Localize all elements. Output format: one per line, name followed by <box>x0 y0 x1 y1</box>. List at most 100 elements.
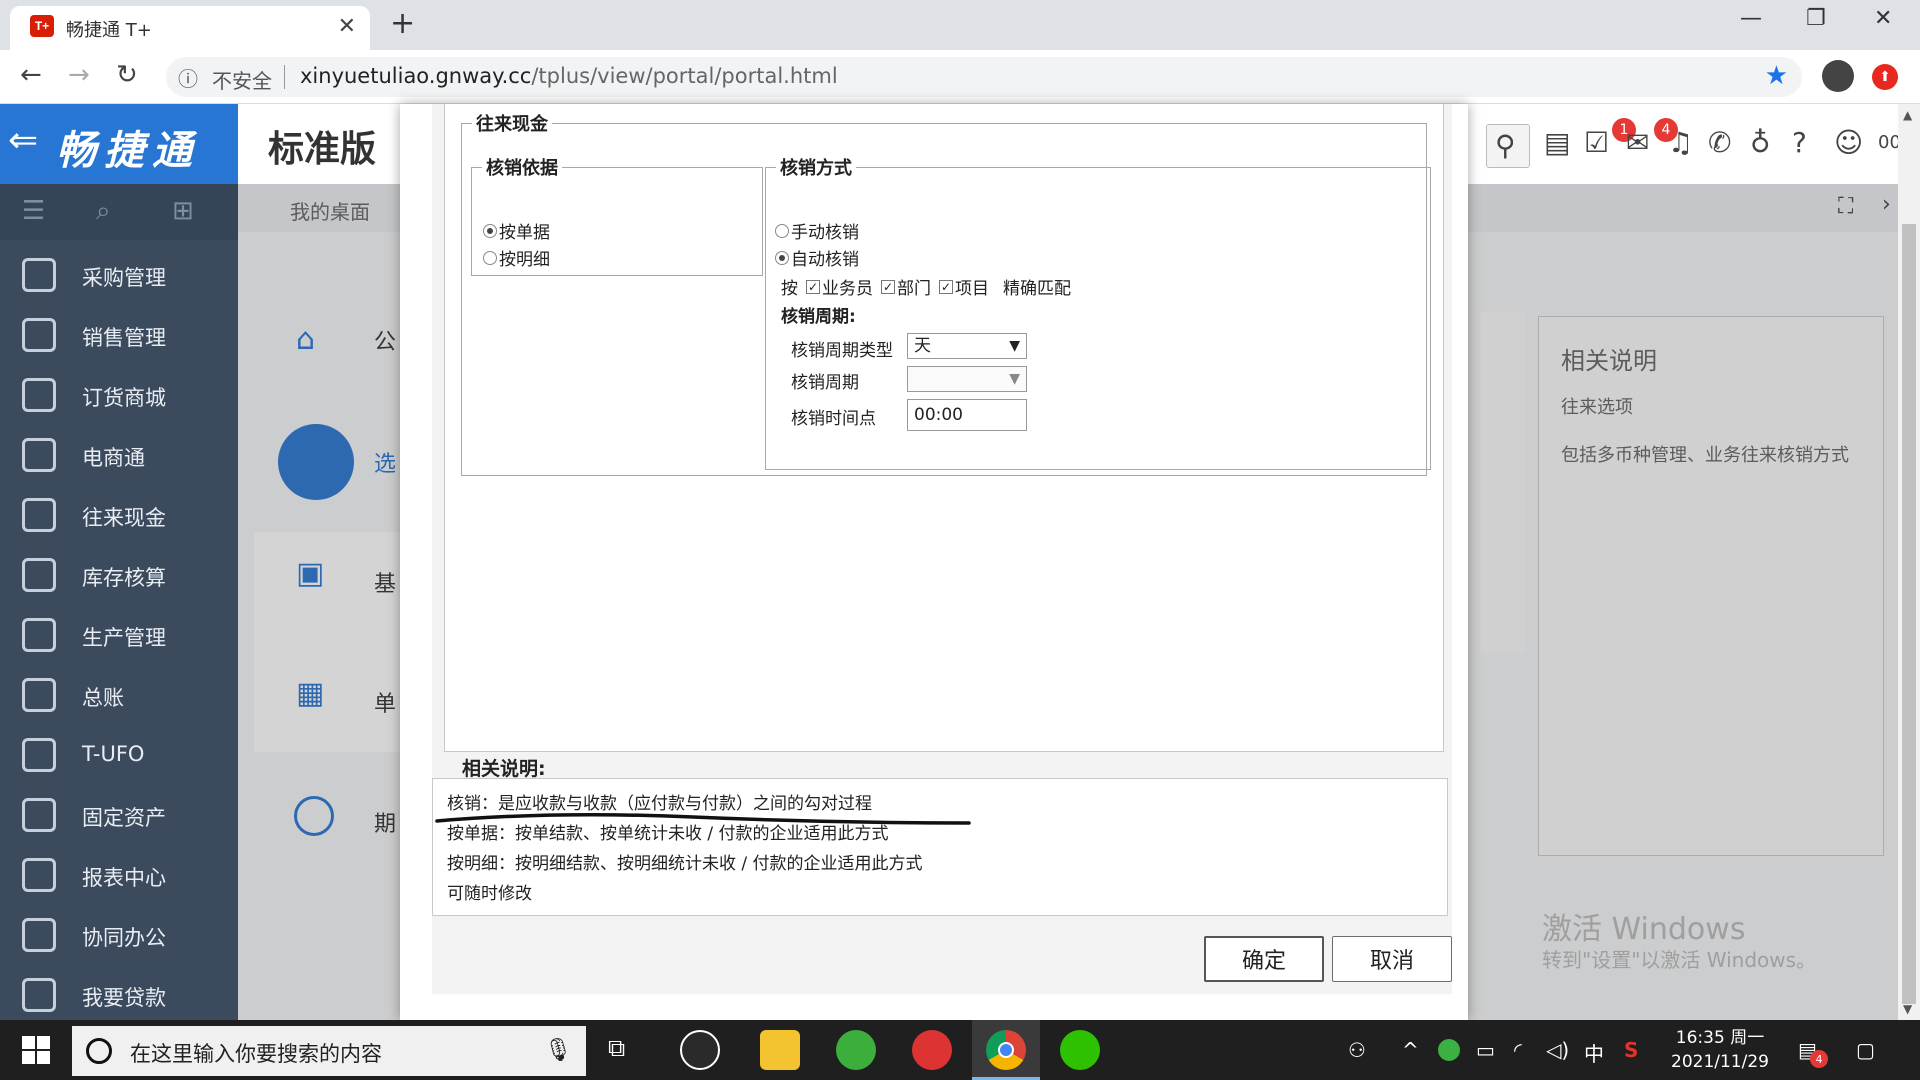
url-host: xinyuetuliao.gnway.cc <box>300 64 532 88</box>
bookmark-star-icon[interactable]: ★ <box>1765 61 1788 91</box>
time-input[interactable]: 00:00 <box>907 399 1027 431</box>
extension-update-icon[interactable]: ⬆ <box>1872 64 1898 90</box>
ok-button[interactable]: 确定 <box>1204 936 1324 982</box>
ime-indicator[interactable]: 中 <box>1584 1038 1604 1067</box>
profile-avatar-icon[interactable] <box>1822 60 1854 92</box>
clock-time: 16:35 周一 <box>1675 1028 1765 1048</box>
tab-title: 畅捷通 T+ <box>66 20 152 41</box>
checkbox-salesperson[interactable]: ✓ <box>806 279 820 294</box>
taskbar-search[interactable]: 在这里输入你要搜索的内容 🎙 <box>72 1026 586 1076</box>
search-button[interactable]: ⚲ <box>1486 124 1530 168</box>
task-view-icon[interactable]: ⧉ <box>608 1034 625 1062</box>
notes-badge: 4 <box>1810 1050 1828 1068</box>
chrome-center <box>998 1042 1014 1058</box>
green-plus-tray-icon[interactable] <box>1438 1039 1460 1061</box>
radio-auto[interactable]: 自动核销 <box>775 245 859 270</box>
period-select[interactable]: ▼ <box>907 366 1027 392</box>
cash-icon <box>22 498 56 532</box>
refresh-app-icon[interactable] <box>836 1030 876 1070</box>
sidebar-item[interactable]: 采购管理 <box>0 246 238 306</box>
scroll-up-icon[interactable]: ▲ <box>1903 108 1912 122</box>
period-type-label: 核销周期类型 <box>791 341 893 361</box>
scroll-thumb[interactable] <box>1902 224 1916 1004</box>
radio-dot[interactable] <box>775 250 789 265</box>
forward-icon[interactable]: → <box>68 60 90 90</box>
basis-legend: 核销依据 <box>486 158 558 179</box>
file-explorer-icon[interactable] <box>760 1030 800 1070</box>
taskbar-clock[interactable]: 16:35 周一 2021/11/29 <box>1660 1026 1780 1074</box>
checkbox-project[interactable]: ✓ <box>939 279 953 294</box>
sogou-ime-icon[interactable]: S <box>1624 1038 1638 1062</box>
sidebar-item[interactable]: 订货商城 <box>0 366 238 426</box>
radio-dot[interactable] <box>483 223 497 238</box>
period-type-select[interactable]: 天 ▼ <box>907 333 1027 359</box>
edition-title: 标准版 <box>268 129 377 170</box>
minimize-icon[interactable]: — <box>1740 6 1762 31</box>
sidebar-item-label: 订货商城 <box>82 386 166 410</box>
service-icon[interactable]: ♁ <box>1750 126 1771 159</box>
cancel-button[interactable]: 取消 <box>1332 936 1452 982</box>
dropdown-arrow-icon[interactable]: ▼ <box>1009 334 1020 358</box>
sidebar-item[interactable]: 报表中心 <box>0 846 238 906</box>
address-bar[interactable]: ⓘ 不安全 xinyuetuliao.gnway.cc/tplus/view/p… <box>166 57 1802 97</box>
insecure-label: 不安全 <box>212 69 272 93</box>
browser-tab[interactable]: T+ 畅捷通 T+ ✕ <box>10 6 370 50</box>
bell-icon[interactable]: ♫ <box>1668 126 1693 159</box>
microphone-icon[interactable]: 🎙 <box>544 1038 572 1063</box>
back-icon[interactable]: ← <box>20 60 42 90</box>
radio-by-document[interactable]: 按单据 <box>483 218 550 243</box>
wifi-icon[interactable]: ◜ <box>1514 1038 1522 1062</box>
match-suffix: 精确匹配 <box>1003 279 1071 299</box>
sidebar-item[interactable]: 销售管理 <box>0 306 238 366</box>
checkbox-label: 业务员 <box>822 279 873 299</box>
tasks-icon[interactable]: ☑ <box>1584 126 1609 159</box>
sidebar-item[interactable]: T-UFO <box>0 726 238 786</box>
feather-app-icon[interactable] <box>912 1030 952 1070</box>
new-tab-icon[interactable]: + <box>390 6 415 41</box>
sidebar-item[interactable]: 往来现金 <box>0 486 238 546</box>
user-icon[interactable]: ☺ <box>1834 126 1863 159</box>
window-close-icon[interactable]: ✕ <box>1874 6 1892 31</box>
sidebar-item[interactable]: 我要贷款 <box>0 966 238 1026</box>
help-icon[interactable]: ? <box>1792 126 1807 159</box>
tray-overflow-icon[interactable]: ^ <box>1402 1038 1419 1062</box>
restore-icon[interactable]: ❐ <box>1806 6 1826 31</box>
chrome-taskbar-item[interactable] <box>972 1020 1040 1080</box>
sidebar-item[interactable]: 电商通 <box>0 426 238 486</box>
collapse-arrow-icon[interactable]: ⇐ <box>8 120 38 161</box>
sidebar-item[interactable]: 协同办公 <box>0 906 238 966</box>
ecommerce-icon <box>22 438 56 472</box>
action-center-icon[interactable]: ▢ <box>1856 1038 1875 1062</box>
menu-icon[interactable]: ☰ <box>22 196 45 226</box>
people-icon[interactable]: ⚇ <box>1348 1038 1366 1062</box>
radio-manual[interactable]: 手动核销 <box>775 218 859 243</box>
page-scrollbar[interactable]: ▲ ▼ <box>1898 104 1920 1020</box>
phone-icon[interactable]: ✆ <box>1708 126 1731 159</box>
battery-icon[interactable]: ▭ <box>1476 1038 1495 1062</box>
sidebar-item[interactable]: 总账 <box>0 666 238 726</box>
checkbox-department[interactable]: ✓ <box>881 279 895 294</box>
reload-icon[interactable]: ↻ <box>116 60 138 90</box>
calculator-icon[interactable]: ▤ <box>1544 126 1570 159</box>
sidebar-item[interactable]: 固定资产 <box>0 786 238 846</box>
info-icon[interactable]: ⓘ <box>178 63 198 92</box>
url-path: /tplus/view/portal/portal.html <box>531 64 838 88</box>
message-icon[interactable]: ✉ <box>1626 126 1649 159</box>
tab-close-icon[interactable]: ✕ <box>338 14 356 39</box>
dropdown-arrow-icon[interactable]: ▼ <box>1009 367 1020 391</box>
radio-by-detail[interactable]: 按明细 <box>483 245 550 270</box>
scroll-down-icon[interactable]: ▼ <box>1903 1002 1912 1016</box>
add-doc-icon[interactable]: ⊞ <box>172 196 194 226</box>
volume-icon[interactable]: ◁) <box>1546 1038 1569 1062</box>
radio-dot[interactable] <box>775 223 789 238</box>
windows-start-icon[interactable] <box>22 1036 50 1064</box>
sidebar-item-label: 报表中心 <box>82 866 166 890</box>
pinwheel-app-icon[interactable] <box>680 1030 720 1070</box>
url-text[interactable]: xinyuetuliao.gnway.cc/tplus/view/portal/… <box>300 64 838 88</box>
wechat-icon[interactable] <box>1060 1030 1100 1070</box>
desc-line: 按明细：按明细结款、按明细统计未收 / 付款的企业适用此方式 <box>447 854 923 874</box>
sidebar-item[interactable]: 库存核算 <box>0 546 238 606</box>
search-doc-icon[interactable]: ⌕ <box>96 196 111 227</box>
sidebar-item[interactable]: 生产管理 <box>0 606 238 666</box>
radio-dot[interactable] <box>483 250 497 265</box>
